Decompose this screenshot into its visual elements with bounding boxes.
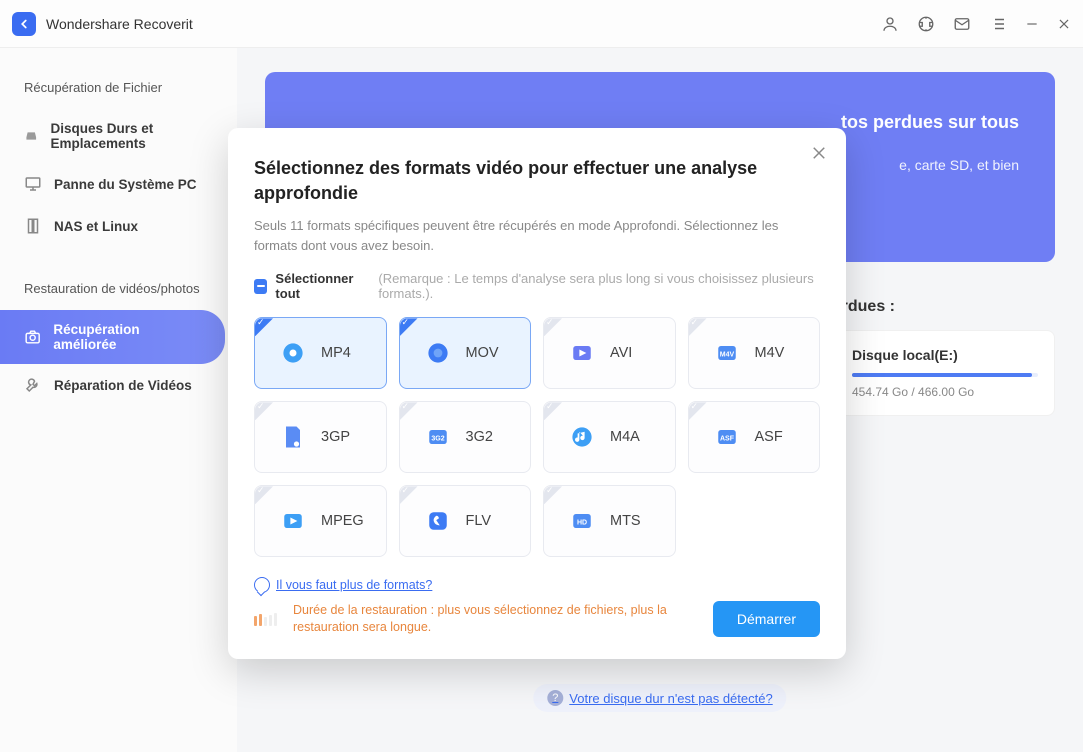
check-corner-icon [400,486,418,504]
format-icon [568,423,596,451]
format-label: M4A [610,429,640,445]
format-icon: HD [568,507,596,535]
format-label: M4V [755,345,785,361]
close-icon[interactable] [810,144,828,162]
format-label: MTS [610,513,641,529]
select-all-note: (Remarque : Le temps d'analyse sera plus… [378,271,820,301]
format-selection-modal: Sélectionnez des formats vidéo pour effe… [228,128,846,659]
format-tile-m4v[interactable]: M4V M4V [688,317,821,389]
format-icon [279,339,307,367]
format-icon: 3G2 [424,423,452,451]
format-label: MP4 [321,345,351,361]
format-icon [568,339,596,367]
check-corner-icon [689,318,707,336]
check-corner-icon [400,402,418,420]
check-corner-icon [255,318,273,336]
format-icon: M4V [713,339,741,367]
format-label: ASF [755,429,783,445]
format-label: AVI [610,345,632,361]
svg-text:M4V: M4V [719,352,734,359]
format-label: 3G2 [466,429,493,445]
svg-text:3G2: 3G2 [431,436,444,443]
svg-text:ASF: ASF [720,436,735,443]
format-icon [279,423,307,451]
format-label: 3GP [321,429,350,445]
check-corner-icon [544,318,562,336]
format-icon [424,339,452,367]
modal-title: Sélectionnez des formats vidéo pour effe… [254,156,820,206]
format-tile-3gp[interactable]: 3GP [254,401,387,473]
format-tile-m4a[interactable]: M4A [543,401,676,473]
modal-subtitle: Seuls 11 formats spécifiques peuvent êtr… [254,216,820,255]
format-grid: MP4 MOV AVI M4V M4V 3GP 3G2 3G2 M4A ASF ASF MPEG FLV… [254,317,820,557]
format-tile-avi[interactable]: AVI [543,317,676,389]
format-icon [279,507,307,535]
duration-bars-icon [254,613,277,626]
format-label: FLV [466,513,492,529]
check-corner-icon [544,402,562,420]
start-button[interactable]: Démarrer [713,601,820,637]
format-label: MOV [466,345,499,361]
format-tile-mts[interactable]: HD MTS [543,485,676,557]
format-label: MPEG [321,513,364,529]
format-tile-3g2[interactable]: 3G2 3G2 [399,401,532,473]
need-more-text: Il vous faut plus de formats? [276,578,432,592]
format-tile-flv[interactable]: FLV [399,485,532,557]
format-tile-mov[interactable]: MOV [399,317,532,389]
format-tile-mp4[interactable]: MP4 [254,317,387,389]
check-corner-icon [400,318,418,336]
format-tile-asf[interactable]: ASF ASF [688,401,821,473]
check-corner-icon [255,486,273,504]
svg-text:HD: HD [577,520,587,527]
check-corner-icon [689,402,707,420]
chat-icon [254,577,270,593]
format-icon [424,507,452,535]
select-all-checkbox[interactable] [254,279,267,294]
format-tile-mpeg[interactable]: MPEG [254,485,387,557]
check-corner-icon [255,402,273,420]
select-all-label: Sélectionner tout [275,271,370,301]
select-all-row[interactable]: Sélectionner tout (Remarque : Le temps d… [254,271,820,301]
need-more-formats-link[interactable]: Il vous faut plus de formats? [254,577,820,593]
duration-text: Durée de la restauration : plus vous sél… [293,602,697,637]
check-corner-icon [544,486,562,504]
format-icon: ASF [713,423,741,451]
